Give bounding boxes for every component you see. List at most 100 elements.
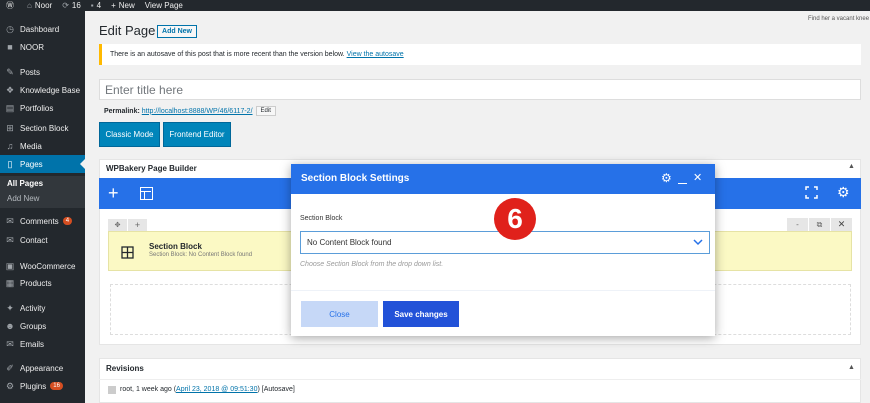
revisions-panel <box>99 358 861 403</box>
row-clone-icon[interactable]: ⧉ <box>809 218 830 231</box>
revisions-title: Revisions <box>106 364 144 373</box>
page-title: Edit Page <box>99 23 156 38</box>
count-badge: 4 <box>62 217 73 225</box>
sidebar-item-appearance[interactable]: ✐ Appearance <box>0 359 85 377</box>
media-icon: ♫ <box>6 141 14 151</box>
modal-footer-divider <box>291 290 715 291</box>
section-block-field-label: Section Block <box>300 215 343 222</box>
hello-dolly-text: Find her a vacant knee <box>808 16 870 22</box>
sidebar-item-label: Dashboard <box>20 24 60 34</box>
builder-settings-gear-icon[interactable]: ⚙ <box>837 185 850 199</box>
modal-close-icon[interactable]: ✕ <box>693 172 702 184</box>
templates-icon[interactable] <box>140 187 153 200</box>
portfolio-icon: ▤ <box>5 102 15 113</box>
sidebar-item-label: Portfolios <box>20 103 54 113</box>
sidebar-item-label: Pages <box>20 159 43 169</box>
revision-link[interactable]: April 23, 2018 @ 09:51:30 <box>176 386 257 393</box>
row-move-icon[interactable]: ✥ <box>108 219 127 231</box>
sidebar-item-label: Emails <box>20 339 45 349</box>
row-toggle-icon[interactable]: - <box>787 218 808 231</box>
admin-bar: Ⓦ ⌂ Noor ⟳ 16 ▪ 4 + New View Page <box>0 0 870 11</box>
add-new-button[interactable]: Add New <box>157 25 197 38</box>
modal-settings-gear-icon[interactable]: ⚙ <box>661 172 672 184</box>
title-input[interactable]: Enter title here <box>99 79 861 100</box>
emails-icon: ✉ <box>6 338 14 349</box>
view-page-link[interactable]: View Page <box>145 1 183 10</box>
updates-icon: ⟳ <box>62 1 69 10</box>
products-icon: ▦ <box>5 277 15 288</box>
woocommerce-icon: ▣ <box>5 260 15 271</box>
pushpin-icon: ✎ <box>6 66 14 77</box>
sidebar-item-label: WooCommerce <box>20 261 76 271</box>
sidebar-item-plugins[interactable]: ⚙ Plugins 16 <box>0 377 85 395</box>
row-add-column-icon[interactable]: + <box>128 219 147 231</box>
sidebar-item-label: Comments <box>20 216 59 226</box>
classic-mode-button[interactable]: Classic Mode <box>99 122 160 147</box>
sidebar-item-label: Posts <box>20 67 41 77</box>
permalink-row: Permalink: http://localhost:8888/WP/46/6… <box>104 106 276 116</box>
updates-link[interactable]: ⟳ 16 <box>62 1 81 10</box>
revisions-collapse-arrow-icon[interactable]: ▲ <box>848 364 855 371</box>
row-delete-icon[interactable]: ✕ <box>831 218 852 231</box>
revision-avatar <box>108 386 116 394</box>
sidebar-item-label: Knowledge Base <box>20 85 81 95</box>
sidebar-item-knowledge-base[interactable]: ❖ Knowledge Base <box>0 81 85 99</box>
fullscreen-icon[interactable] <box>805 186 818 199</box>
sidebar-item-label: Products <box>20 278 52 288</box>
sidebar-item-label: Activity <box>20 303 46 313</box>
sidebar-item-pages[interactable]: ▯ Pages <box>0 155 85 173</box>
dashboard-icon: ◷ <box>6 23 14 34</box>
sidebar-item-activity[interactable]: ✦ Activity <box>0 299 85 317</box>
autosave-notice: There is an autosave of this post that i… <box>99 44 861 65</box>
sidebar-item-noor[interactable]: ■ NOOR <box>0 38 85 56</box>
comment-icon: ▪ <box>90 1 94 10</box>
sidebar-item-groups[interactable]: ☻ Groups <box>0 317 85 335</box>
submenu-item-all-pages[interactable]: All Pages <box>0 176 85 191</box>
permalink-edit-button[interactable]: Edit <box>255 106 276 116</box>
sidebar-item-dashboard[interactable]: ◷ Dashboard <box>0 20 85 38</box>
wordpress-logo-icon[interactable]: Ⓦ <box>6 0 17 11</box>
modal-title: Section Block Settings <box>301 173 410 184</box>
contact-icon: ✉ <box>6 234 14 245</box>
sidebar-item-products[interactable]: ▦ Products <box>0 274 85 292</box>
submenu-item-add-new[interactable]: Add New <box>0 191 85 206</box>
sidebar-item-label: Plugins <box>20 381 47 391</box>
add-element-icon[interactable]: + <box>108 183 119 203</box>
modal-minimize-icon[interactable] <box>678 174 687 184</box>
element-title: Section Block <box>149 242 202 251</box>
sidebar-item-contact[interactable]: ✉ Contact <box>0 231 85 249</box>
collapse-arrow-icon[interactable]: ▲ <box>848 163 855 170</box>
frontend-editor-button[interactable]: Frontend Editor <box>163 122 231 147</box>
element-subtitle: Section Block: No Content Block found <box>149 252 253 258</box>
count-badge: 16 <box>50 382 63 390</box>
revisions-divider <box>99 379 861 380</box>
sidebar-item-media[interactable]: ♫ Media <box>0 137 85 155</box>
sidebar-item-label: Media <box>20 141 42 151</box>
plus-icon: + <box>111 1 116 10</box>
site-name-link[interactable]: ⌂ Noor <box>27 1 52 10</box>
close-button[interactable]: Close <box>301 301 378 327</box>
sidebar-item-woocommerce[interactable]: ▣ WooCommerce <box>0 257 85 275</box>
sidebar-item-portfolios[interactable]: ▤ Portfolios <box>0 99 85 117</box>
knowledge-base-icon: ❖ <box>5 84 15 95</box>
comments-link[interactable]: ▪ 4 <box>91 1 101 10</box>
noor-logo-icon: ■ <box>7 42 13 52</box>
sidebar-item-comments[interactable]: ✉ Comments 4 <box>0 212 85 230</box>
sidebar-item-emails[interactable]: ✉ Emails <box>0 335 85 353</box>
new-content-link[interactable]: + New <box>111 1 135 10</box>
sidebar-item-label: NOOR <box>20 42 44 52</box>
sidebar-item-section-block[interactable]: ⊞ Section Block <box>0 119 85 137</box>
step-number-badge: 6 <box>494 198 536 240</box>
comments-icon: ✉ <box>6 215 14 226</box>
grid-icon: ⊞ <box>6 122 14 133</box>
sidebar-item-label: Appearance <box>20 363 64 373</box>
sidebar-item-posts[interactable]: ✎ Posts <box>0 63 85 81</box>
select-help-text: Choose Section Block from the drop down … <box>300 261 444 268</box>
pages-icon: ▯ <box>7 158 13 169</box>
permalink-url-link[interactable]: http://localhost:8888/WP/46/6117-2/ <box>142 108 253 115</box>
view-autosave-link[interactable]: View the autosave <box>347 51 404 58</box>
sidebar-item-label: Section Block <box>20 123 69 133</box>
chevron-down-icon <box>693 238 703 246</box>
save-changes-button[interactable]: Save changes <box>383 301 459 327</box>
pages-submenu: All Pages Add New <box>0 176 85 208</box>
